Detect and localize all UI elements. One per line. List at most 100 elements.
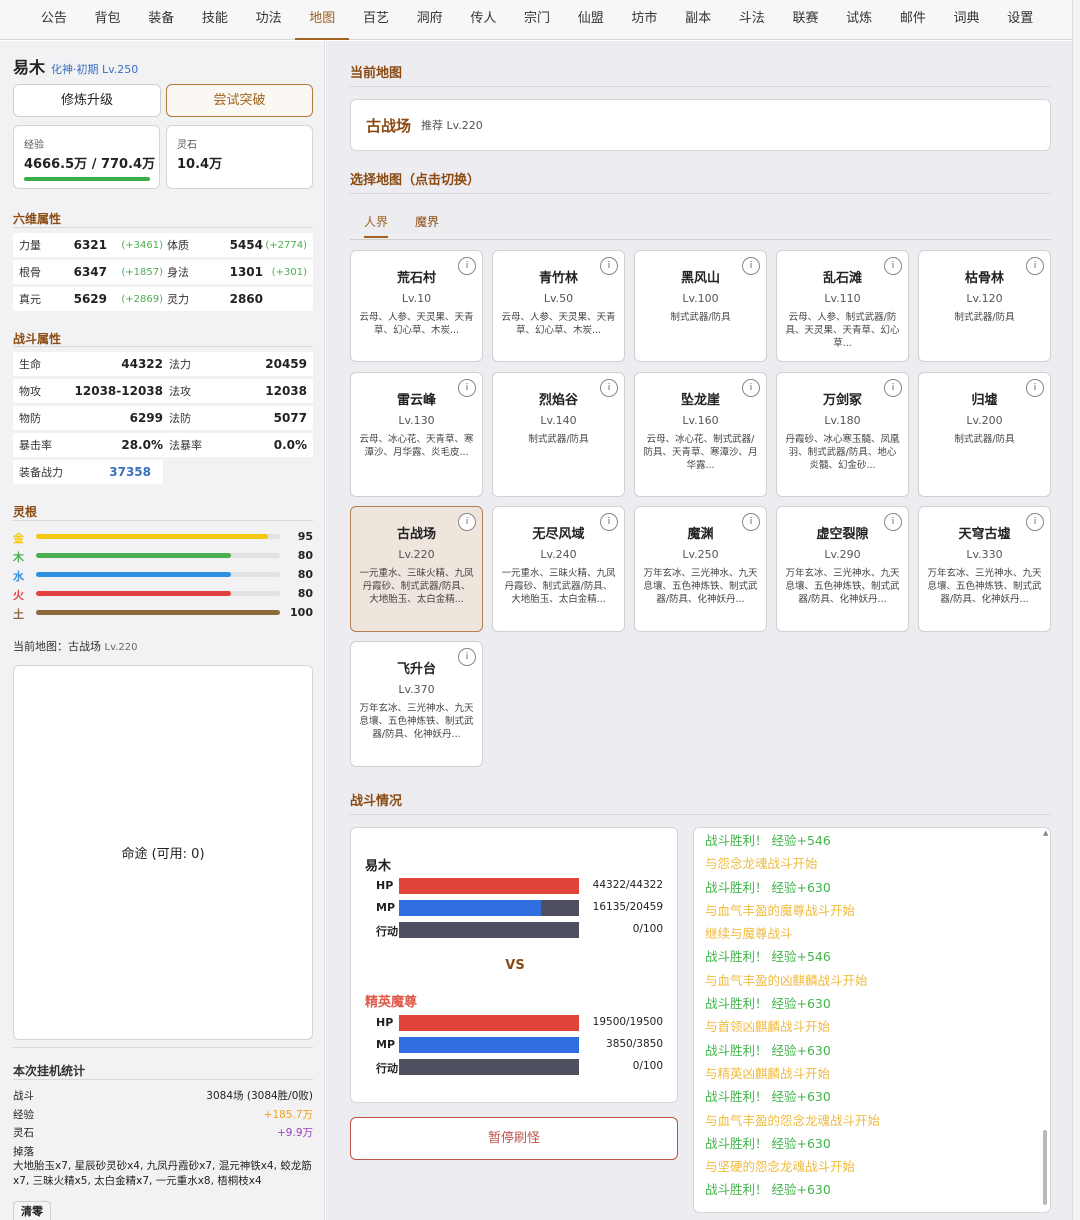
info-icon[interactable]: i [742, 257, 760, 275]
map-card[interactable]: i 归墟 Lv.200 制式武器/防具 [918, 372, 1051, 497]
map-card[interactable]: i 枯骨林 Lv.120 制式武器/防具 [918, 250, 1051, 362]
info-icon[interactable]: i [600, 379, 618, 397]
map-card[interactable]: i 坠龙崖 Lv.160 云母、冰心花、制式武器/防具、天青草、寒潭沙、月华露... [634, 372, 767, 497]
nav-tab[interactable]: 斗法 [725, 0, 779, 40]
map-drops: 制式武器/防具 [954, 312, 1015, 323]
map-card[interactable]: i 天穹古墟 Lv.330 万年玄冰、三光神水、九天息壤、五色神炼铁、制式武器/防具、… [918, 506, 1051, 632]
attr-value: 0.0% [273, 438, 307, 452]
attr-row: 力量 6321 (+3461) 体质 5454 (+2774) [13, 233, 313, 257]
pause-button[interactable]: 暂停刷怪 [350, 1117, 678, 1160]
nav-tab[interactable]: 设置 [993, 0, 1047, 40]
info-icon[interactable]: i [458, 257, 476, 275]
six-attrs-table: 力量 6321 (+3461) 体质 5454 (+2774) 根骨 6347 (+1857) 身… [13, 233, 313, 314]
map-drops: 丹霞砂、冰心寒玉髓、凤凰羽、制式武器/防具、地心炎髓、幻金砂... [785, 434, 900, 471]
attr-label: 灵力 [167, 293, 189, 306]
map-card[interactable]: i 飞升台 Lv.370 万年玄冰、三光神水、九天息壤、五色神炼铁、制式武器/防具、化… [350, 641, 483, 767]
nav-tab[interactable]: 背包 [81, 0, 135, 40]
nav-tab[interactable]: 联赛 [779, 0, 833, 40]
info-icon[interactable]: i [742, 379, 760, 397]
info-icon[interactable]: i [458, 513, 476, 531]
info-icon[interactable]: i [1026, 513, 1044, 531]
current-map-line: 当前地图：古战场 Lv.220 [13, 638, 137, 654]
map-level: Lv.330 [966, 548, 1003, 561]
info-icon[interactable]: i [884, 257, 902, 275]
info-icon[interactable]: i [1026, 257, 1044, 275]
nav-tab[interactable]: 功法 [242, 0, 296, 40]
bar-label: MP [376, 1038, 396, 1051]
fate-panel[interactable]: 命途 (可用: 0) [13, 665, 313, 1040]
attr-row: 暴击率 28.0% 法暴率 0.0% [13, 433, 313, 457]
nav-tab[interactable]: 副本 [671, 0, 725, 40]
nav-tab[interactable]: 试炼 [832, 0, 886, 40]
info-icon[interactable]: i [600, 257, 618, 275]
map-card[interactable]: i 虚空裂隙 Lv.290 万年玄冰、三光神水、九天息壤、五色神炼铁、制式武器/防具、… [776, 506, 909, 632]
bar-fill [399, 1015, 579, 1031]
nav-tab[interactable]: 仙盟 [564, 0, 618, 40]
nav-tab[interactable]: 坊市 [618, 0, 672, 40]
map-card[interactable]: i 雷云峰 Lv.130 云母、冰心花、天青草、寒潭沙、月华露、炎毛皮... [350, 372, 483, 497]
stats-stone-value: +9.9万 [277, 1127, 313, 1139]
bar-track [399, 900, 579, 916]
vs-label: VS [505, 958, 525, 973]
map-drops: 万年玄冰、三光神水、九天息壤、五色神炼铁、制式武器/防具、化神妖丹... [785, 568, 900, 605]
attr-label: 法力 [169, 358, 191, 371]
nav-tab[interactable]: 邮件 [886, 0, 940, 40]
attr-label: 身法 [167, 266, 189, 279]
cultivate-button[interactable]: 修炼升级 [13, 84, 161, 117]
info-icon[interactable]: i [458, 379, 476, 397]
nav-tab[interactable]: 装备 [134, 0, 188, 40]
map-card[interactable]: i 乱石滩 Lv.110 云母、人参、制式武器/防具、天灵果、天青草、幻心草... [776, 250, 909, 362]
nav-tab[interactable]: 地图 [295, 0, 350, 40]
info-icon[interactable]: i [458, 648, 476, 666]
map-level: Lv.370 [398, 683, 435, 696]
map-drops: 一元重水、三昧火精、九凤丹霞砂、制式武器/防具、大地胎玉、太白金精... [501, 568, 616, 605]
map-card[interactable]: i 万剑冢 Lv.180 丹霞砂、冰心寒玉髓、凤凰羽、制式武器/防具、地心炎髓、幻金砂… [776, 372, 909, 497]
tab-human-realm[interactable]: 人界 [364, 213, 389, 238]
map-card[interactable]: i 古战场 Lv.220 一元重水、三昧火精、九凤丹霞砂、制式武器/防具、大地胎玉、太… [350, 506, 483, 632]
map-card[interactable]: i 荒石村 Lv.10 云母、人参、天灵果、天青草、幻心草、木炭... [350, 250, 483, 362]
log-line: 与怨念龙魂战斗开始 [705, 856, 818, 872]
attr-value: 6321 [73, 238, 107, 252]
clear-button[interactable]: 清零 [13, 1201, 51, 1220]
info-icon[interactable]: i [600, 513, 618, 531]
root-bar-track [36, 553, 280, 558]
attr-value: 1301 [229, 265, 263, 279]
nav-tab[interactable]: 词典 [940, 0, 994, 40]
stats-exp-value: +185.7万 [263, 1108, 313, 1121]
root-bar-track [36, 610, 280, 615]
nav-tab[interactable]: 公告 [27, 0, 81, 40]
window-scrollbar[interactable] [1072, 0, 1080, 1220]
divider [13, 1079, 313, 1080]
map-level: Lv.50 [543, 292, 574, 305]
nav-tab[interactable]: 宗门 [510, 0, 564, 40]
log-line: 与坚硬的怨念龙魂战斗开始 [705, 1159, 856, 1175]
nav-tab[interactable]: 传人 [457, 0, 511, 40]
info-icon[interactable]: i [742, 513, 760, 531]
map-card[interactable]: i 无尽风域 Lv.240 一元重水、三昧火精、九凤丹霞砂、制式武器/防具、大地胎玉、… [492, 506, 625, 632]
attr-label: 根骨 [19, 266, 41, 279]
root-value: 80 [297, 587, 313, 600]
battle-log[interactable]: 战斗胜利！ 经验+546 与怨念龙魂战斗开始 战斗胜利！ 经验+630 与血气丰盈的魔… [693, 827, 1051, 1213]
map-card[interactable]: i 青竹林 Lv.50 云母、人参、天灵果、天青草、幻心草、木炭... [492, 250, 625, 362]
nav-tab[interactable]: 百艺 [349, 0, 403, 40]
log-scrollbar[interactable]: ▲ [1042, 830, 1048, 1210]
log-line: 战斗胜利！ 经验+630 [705, 1042, 831, 1058]
nav-tab[interactable]: 技能 [188, 0, 242, 40]
divider [13, 1047, 313, 1048]
attr-value: 12038-12038 [74, 384, 163, 398]
map-card[interactable]: i 黑风山 Lv.100 制式武器/防具 [634, 250, 767, 362]
attr-label: 力量 [19, 239, 41, 252]
log-scroll-thumb[interactable] [1043, 1130, 1047, 1205]
breakthrough-button[interactable]: 尝试突破 [166, 84, 313, 117]
info-icon[interactable]: i [884, 513, 902, 531]
bar-track [399, 922, 579, 938]
info-icon[interactable]: i [1026, 379, 1044, 397]
info-icon[interactable]: i [884, 379, 902, 397]
stats-exp-row: 经验 +185.7万 [13, 1106, 313, 1125]
log-line: 战斗胜利！ 经验+630 [705, 879, 831, 895]
log-line: 与血气丰盈的凶麒麟战斗开始 [705, 972, 868, 988]
tab-demon-realm[interactable]: 魔界 [415, 213, 439, 230]
map-card[interactable]: i 烈焰谷 Lv.140 制式武器/防具 [492, 372, 625, 497]
map-card[interactable]: i 魔渊 Lv.250 万年玄冰、三光神水、九天息壤、五色神炼铁、制式武器/防具、化神… [634, 506, 767, 632]
nav-tab[interactable]: 洞府 [403, 0, 457, 40]
